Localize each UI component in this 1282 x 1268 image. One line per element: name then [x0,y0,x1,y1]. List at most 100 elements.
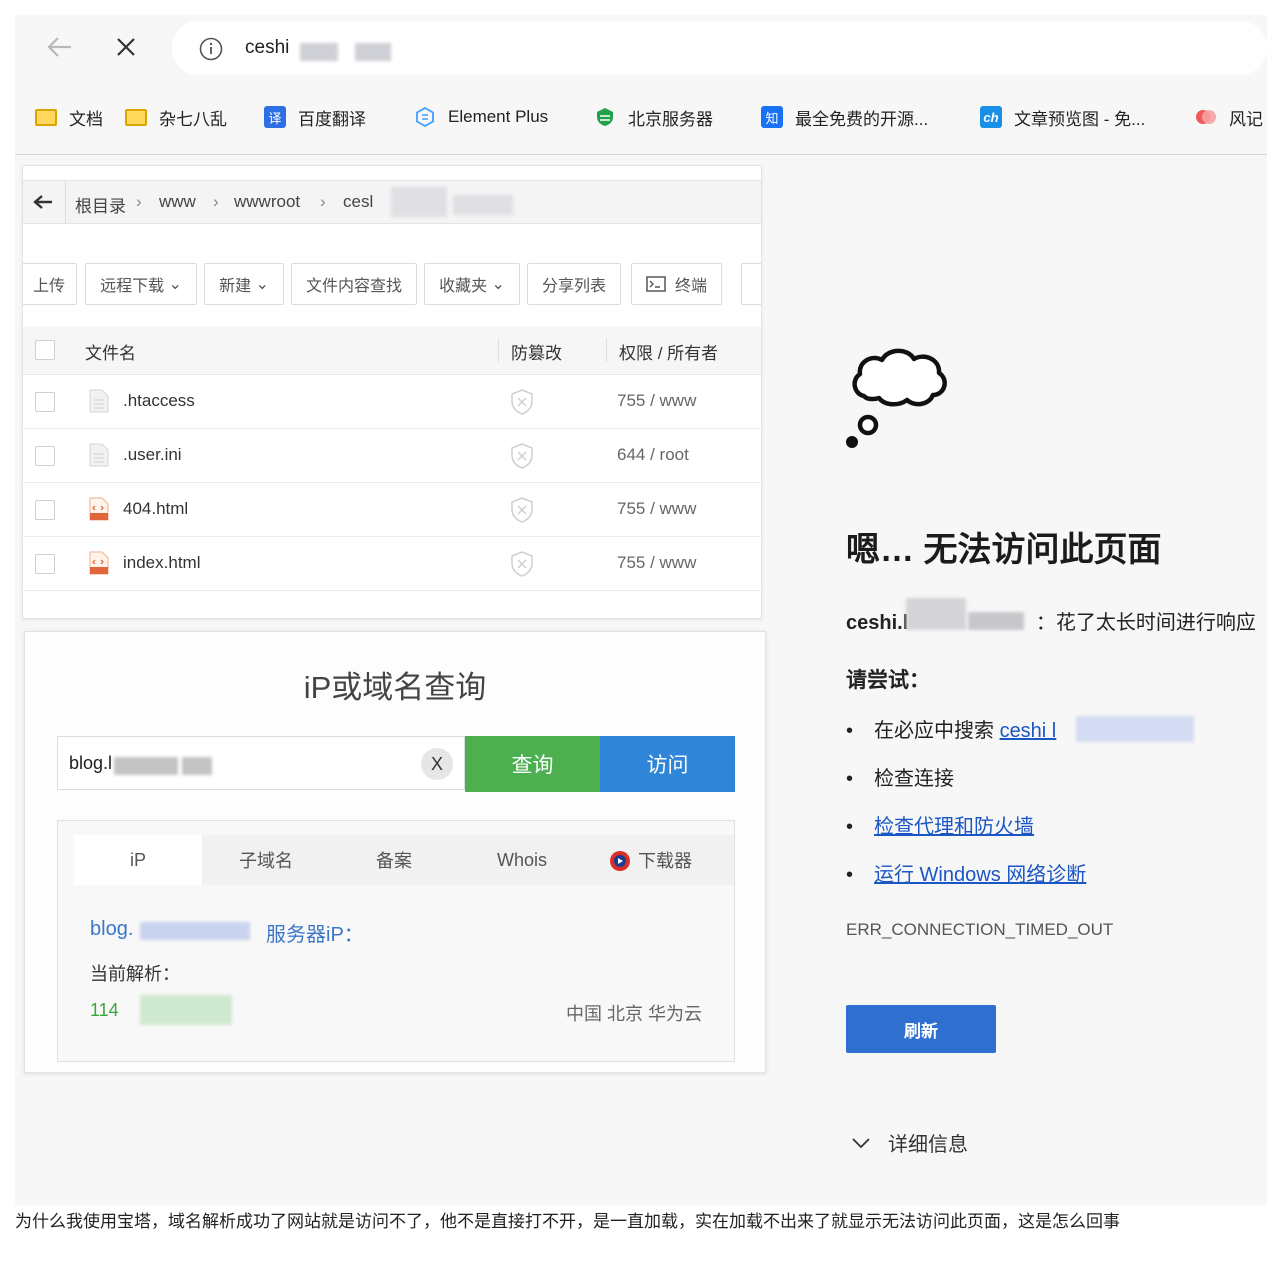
bookmark-fengji[interactable]: 风记 [1195,103,1263,131]
bookmark-label: 文档 [69,109,103,129]
refresh-button[interactable]: 刷新 [846,1005,996,1053]
row-checkbox[interactable] [35,392,55,412]
shield-icon[interactable] [510,443,534,469]
details-toggle[interactable]: 详细信息 [852,1128,968,1157]
bookmark-docs[interactable]: 文档 [35,103,103,131]
column-tamper: 防篡改 [511,344,562,363]
visit-button[interactable]: 访问 [600,736,735,792]
shield-icon[interactable] [510,389,534,415]
redacted-ip [140,995,232,1025]
bookmark-label: 文章预览图 - 免... [1014,109,1146,129]
tab-ip[interactable]: iP [74,835,202,885]
row-checkbox[interactable] [35,554,55,574]
file-name[interactable]: .htaccess [123,391,195,411]
button-label: 终端 [674,278,707,295]
file-permission[interactable]: 644 / root [617,445,689,465]
address-text: ceshi [245,37,290,58]
bullet-dot: • [846,768,854,790]
redacted-url [300,43,338,61]
file-row[interactable]: index.html 755 / www [23,536,761,591]
more-toolbar-button[interactable] [741,263,761,305]
bookmark-label: Element Plus [448,107,549,126]
domain-input[interactable]: blog.l X [57,736,465,790]
ip-lookup-panel: iP或域名查询 blog.l X 查询 访问 iP 子域名 备案 Whois 下… [24,631,766,1073]
share-list-button[interactable]: 分享列表 [527,263,621,305]
redacted-path [391,187,447,217]
breadcrumb-www[interactable]: www [159,192,196,212]
redacted-path [453,195,513,215]
question-text: 为什么我使用宝塔，域名解析成功了网站就是访问不了，他不是直接打不开，是一直加载，… [15,1212,1120,1231]
redacted-domain [114,757,178,775]
downloader-icon [610,851,630,871]
bookmark-baidu-translate[interactable]: 译 百度翻译 [264,103,366,131]
new-button[interactable]: 新建 ⌄ [204,263,284,305]
details-label: 详细信息 [888,1134,968,1156]
file-row[interactable]: 404.html 755 / www [23,482,761,537]
check-proxy-firewall-link[interactable]: 检查代理和防火墙 [874,816,1034,838]
file-row[interactable]: .htaccess 755 / www [23,374,761,429]
bookmark-misc[interactable]: 杂七八乱 [125,103,227,131]
bookmark-label: 百度翻译 [298,109,366,129]
bookmark-label: 最全免费的开源... [795,109,929,129]
stop-button[interactable] [108,29,144,65]
tab-subdomain[interactable]: 子域名 [202,835,330,885]
bookmark-zhihu[interactable]: 知 最全免费的开源... [761,103,928,131]
file-permission[interactable]: 755 / www [617,391,696,411]
thought-bubble-icon [846,348,947,448]
bookmark-element-plus[interactable]: Element Plus [414,103,548,131]
file-row[interactable]: .user.ini 644 / root [23,428,761,483]
button-label: 新建 [219,278,252,295]
translate-icon: 译 [264,106,286,128]
file-permission[interactable]: 755 / www [617,499,696,519]
select-all-checkbox[interactable] [35,340,55,360]
app-icon [1195,106,1217,128]
text-file-icon [89,389,109,413]
suggestion-network-diagnostics: • 运行 Windows 网络诊断 [846,858,1086,887]
content-search-button[interactable]: 文件内容查找 [291,263,417,305]
tab-whois[interactable]: Whois [458,835,586,885]
address-bar[interactable]: ceshi [172,21,1267,75]
shield-icon[interactable] [510,497,534,523]
info-icon[interactable] [199,37,223,61]
shield-icon[interactable] [510,551,534,577]
redacted-url [355,43,391,61]
close-icon [117,38,135,56]
tab-icp[interactable]: 备案 [330,835,458,885]
chevron-down-icon: ⌄ [255,276,269,293]
breadcrumb: 根目录 › www › wwwroot › cesl [23,180,761,224]
upload-button[interactable]: 上传 [23,263,77,305]
domain-input-value: blog.l [69,753,113,773]
bookmark-label: 杂七八乱 [159,109,227,129]
bookmark-beijing-server[interactable]: 北京服务器 [594,103,713,131]
breadcrumb-wwwroot[interactable]: wwwroot [234,192,300,212]
favorites-button[interactable]: 收藏夹 ⌄ [424,263,520,305]
breadcrumb-current[interactable]: cesl [343,192,373,212]
row-checkbox[interactable] [35,500,55,520]
back-button[interactable] [42,29,78,65]
file-name[interactable]: index.html [123,553,200,573]
clear-input-button[interactable]: X [421,748,453,780]
redacted-host [968,612,1024,630]
terminal-button[interactable]: 终端 [631,263,722,305]
search-bing-link[interactable]: ceshi l [1000,720,1057,742]
file-permission[interactable]: 755 / www [617,553,696,573]
file-name[interactable]: .user.ini [123,445,182,465]
bullet-dot: • [846,720,854,742]
column-filename[interactable]: 文件名 [85,339,136,364]
back-arrow-icon[interactable] [33,194,53,210]
query-button[interactable]: 查询 [465,736,600,792]
remote-download-button[interactable]: 远程下载 ⌄ [85,263,197,305]
bookmark-article-preview[interactable]: ch 文章预览图 - 免... [980,103,1145,131]
row-checkbox[interactable] [35,446,55,466]
suggestion-proxy-firewall: • 检查代理和防火墙 [846,810,1034,839]
breadcrumb-root[interactable]: 根目录 [75,192,126,217]
zhihu-icon: 知 [761,106,783,128]
network-diagnostics-link[interactable]: 运行 Windows 网络诊断 [874,864,1086,886]
suggestion-check-connection: • 检查连接 [846,762,954,791]
tab-label: 下载器 [638,851,692,871]
tab-downloader[interactable]: 下载器 [586,835,714,885]
folder-icon [125,106,147,128]
file-name[interactable]: 404.html [123,499,188,519]
chevron-down-icon: ⌄ [168,276,182,293]
column-permission[interactable]: 权限 / 所有者 [619,339,718,364]
